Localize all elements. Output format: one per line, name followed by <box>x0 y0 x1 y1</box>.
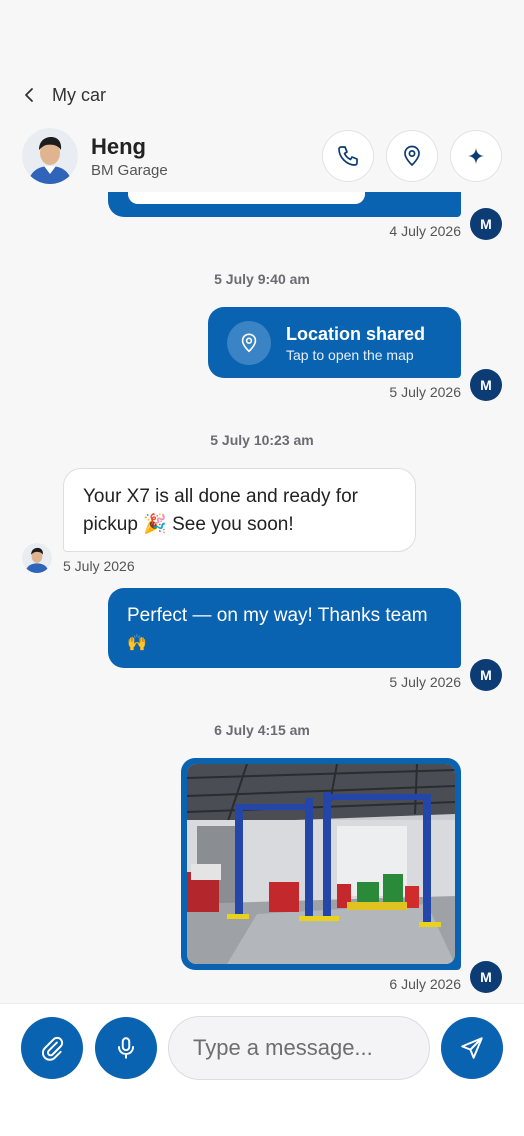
location-pin-icon <box>404 145 420 167</box>
message-bubble-incoming[interactable]: Your X7 is all done and ready for pickup… <box>63 468 416 552</box>
back-link[interactable]: My car <box>24 84 106 106</box>
message-list[interactable]: 4 July 2026 M 5 July 9:40 am Location sh… <box>0 192 524 1004</box>
message-text: pickup 🎉 See you soon! <box>83 514 294 535</box>
contact-name: Heng <box>91 133 146 159</box>
back-label: My car <box>52 84 106 105</box>
message-timestamp: 6 July 2026 <box>389 976 461 992</box>
photo-message[interactable] <box>181 758 461 970</box>
contact-avatar[interactable] <box>22 128 78 184</box>
message-input[interactable] <box>168 1016 430 1080</box>
attach-button[interactable] <box>21 1017 83 1079</box>
microphone-icon <box>117 1037 135 1059</box>
contact-avatar-small <box>22 543 52 573</box>
ai-assist-button[interactable] <box>450 130 502 182</box>
date-separator: 6 July 4:15 am <box>214 722 310 738</box>
voice-button[interactable] <box>95 1017 157 1079</box>
my-avatar: M <box>470 659 502 691</box>
message-timestamp: 5 July 2026 <box>63 558 135 574</box>
paperclip-icon <box>41 1036 64 1061</box>
message-timestamp: 5 July 2026 <box>389 384 461 400</box>
location-button[interactable] <box>386 130 438 182</box>
message-text: Perfect — on my way! Thanks team <box>127 605 428 626</box>
message-bubble-outgoing[interactable]: Perfect — on my way! Thanks team 🙌 <box>108 588 461 668</box>
garage-photo <box>187 764 455 964</box>
message-bubble-outgoing-cropped[interactable] <box>108 192 461 217</box>
my-avatar: M <box>470 961 502 993</box>
location-title: Location shared <box>286 323 426 344</box>
sparkle-icon <box>468 148 484 164</box>
chevron-left-icon <box>24 84 38 106</box>
message-text: 🙌 <box>127 635 147 652</box>
location-pin-icon <box>227 320 271 365</box>
message-timestamp: 4 July 2026 <box>389 223 461 239</box>
my-avatar: M <box>470 208 502 240</box>
message-timestamp: 5 July 2026 <box>389 674 461 690</box>
phone-icon <box>338 146 358 166</box>
contact-subtitle: BM Garage <box>91 161 168 179</box>
send-button[interactable] <box>441 1017 503 1079</box>
location-shared-bubble[interactable]: Location shared Tap to open the map <box>208 307 461 378</box>
send-icon <box>461 1037 483 1059</box>
date-separator: 5 July 10:23 am <box>210 432 314 448</box>
message-text: Your X7 is all done and ready for <box>83 486 358 507</box>
contact-header: Heng BM Garage <box>22 128 502 184</box>
call-button[interactable] <box>322 130 374 182</box>
message-composer <box>0 1003 524 1136</box>
chat-screen: My car Heng BM Garage 4 July 2026 M 5 Ju… <box>0 0 524 1136</box>
my-avatar: M <box>470 369 502 401</box>
location-subtitle: Tap to open the map <box>286 346 414 363</box>
date-separator: 5 July 9:40 am <box>214 271 310 287</box>
